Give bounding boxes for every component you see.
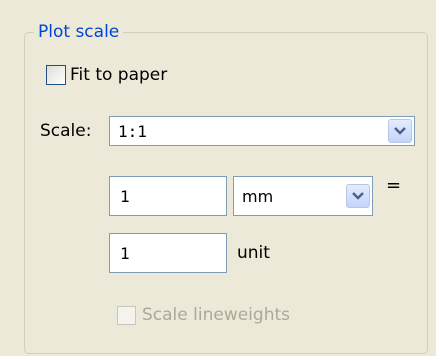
plot-scale-panel: Plot scale Fit to paper Scale: 1:1 1 mm … [0, 0, 436, 356]
scale-dropdown-value: 1:1 [118, 121, 147, 141]
chevron-down-icon[interactable] [388, 119, 412, 143]
scale-lineweights-row: Scale lineweights [117, 305, 290, 325]
scale-dropdown[interactable]: 1:1 [109, 116, 415, 146]
fit-to-paper-checkbox[interactable] [46, 65, 66, 85]
fit-to-paper-row[interactable]: Fit to paper [46, 62, 167, 88]
paper-units-dropdown-value: mm [242, 186, 274, 206]
drawing-units-input[interactable]: 1 [109, 233, 227, 273]
paper-units-input[interactable]: 1 [109, 176, 227, 216]
scale-lineweights-checkbox [117, 305, 136, 325]
drawing-unit-label: unit [237, 243, 270, 263]
scale-label: Scale: [40, 121, 92, 141]
scale-lineweights-label: Scale lineweights [142, 305, 290, 325]
plot-scale-legend: Plot scale [34, 20, 124, 44]
paper-units-dropdown[interactable]: mm [233, 176, 373, 216]
fit-to-paper-label[interactable]: Fit to paper [70, 65, 167, 85]
equals-sign: = [386, 175, 402, 196]
paper-units-value: 1 [120, 186, 130, 206]
drawing-units-value: 1 [120, 243, 130, 263]
chevron-down-icon[interactable] [346, 184, 370, 208]
